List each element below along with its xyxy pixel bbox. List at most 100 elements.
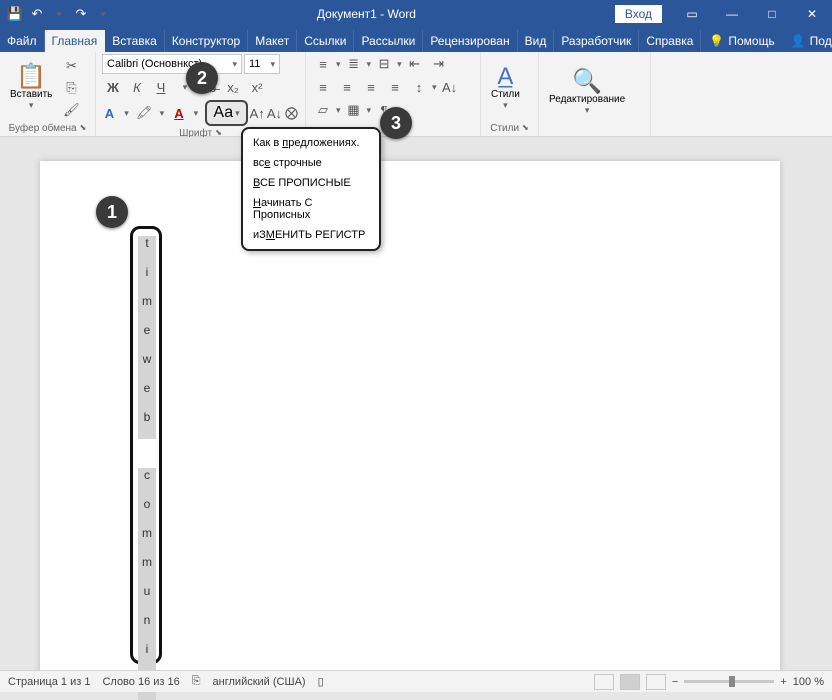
group-clipboard: 📋Вставить▾ ✂ ⎘ 🖌 Буфер обмена⬊: [0, 52, 96, 136]
text-effects-button[interactable]: A: [102, 103, 117, 123]
styles-label: Стили: [490, 123, 519, 134]
redo-icon[interactable]: ↷: [72, 5, 90, 23]
underline-button[interactable]: Ч: [150, 77, 172, 97]
borders-menu[interactable]: ▾: [367, 105, 372, 116]
view-read-button[interactable]: [594, 674, 614, 690]
tab-home[interactable]: Главная: [45, 30, 106, 52]
case-upper[interactable]: ВСЕ ПРОПИСНЫЕ: [243, 173, 379, 193]
text-effects-menu[interactable]: ▾: [119, 103, 134, 123]
change-case-menu: Как в предложениях. все строчные ВСЕ ПРО…: [241, 127, 381, 251]
format-painter-icon[interactable]: 🖌: [60, 100, 82, 120]
group-styles: A̲Стили▾ Стили⬊: [481, 52, 539, 136]
paste-button[interactable]: 📋Вставить▾: [6, 54, 56, 121]
selected-text-box: timewebcommunit: [130, 226, 162, 664]
align-right-button[interactable]: ≡: [360, 77, 382, 97]
change-case-button[interactable]: Аа▾: [205, 100, 247, 126]
share-button[interactable]: 👤Поделиться: [783, 30, 832, 52]
subscript-button[interactable]: x₂: [222, 77, 244, 97]
styles-button[interactable]: A̲Стили▾: [487, 54, 524, 121]
case-toggle[interactable]: иЗМЕНИТЬ РЕГИСТР: [243, 225, 379, 245]
align-left-button[interactable]: ≡: [312, 77, 334, 97]
shrink-font-button[interactable]: A↓: [267, 103, 282, 123]
bold-button[interactable]: Ж: [102, 77, 124, 97]
spellcheck-icon[interactable]: ⎘: [192, 675, 201, 688]
step-badge-3: 3: [380, 107, 412, 139]
bullets-menu[interactable]: ▾: [336, 59, 341, 70]
clipboard-launcher-icon[interactable]: ⬊: [80, 123, 87, 134]
align-center-button[interactable]: ≡: [336, 77, 358, 97]
step-badge-2: 2: [186, 62, 218, 94]
editing-button[interactable]: 🔍Редактирование▾: [545, 54, 629, 132]
cut-icon[interactable]: ✂: [60, 56, 82, 76]
find-icon: 🔍: [572, 70, 602, 94]
italic-button[interactable]: К: [126, 77, 148, 97]
indent-dec-button[interactable]: ⇤: [404, 54, 426, 74]
clipboard-label: Буфер обмена: [9, 123, 77, 134]
font-name-select[interactable]: Calibri (Основнкст)▾: [102, 54, 242, 74]
tab-developer[interactable]: Разработчик: [554, 30, 639, 52]
justify-button[interactable]: ≡: [384, 77, 406, 97]
case-lower[interactable]: все строчные: [243, 153, 379, 173]
highlight-button[interactable]: 🖍: [136, 103, 153, 123]
undo-menu-icon[interactable]: ▾: [50, 5, 68, 23]
font-color-menu[interactable]: ▾: [188, 103, 203, 123]
shading-menu[interactable]: ▾: [336, 105, 341, 116]
vertical-text[interactable]: timewebcommunit: [138, 236, 156, 700]
undo-icon[interactable]: ↶: [28, 5, 46, 23]
superscript-button[interactable]: x²: [246, 77, 268, 97]
save-icon[interactable]: 💾: [6, 5, 24, 23]
maximize-button[interactable]: □: [752, 0, 792, 28]
status-bar: Страница 1 из 1 Слово 16 из 16 ⎘ английс…: [0, 670, 832, 692]
tab-review[interactable]: Рецензирован: [423, 30, 517, 52]
bullets-button[interactable]: ≡: [312, 54, 334, 74]
borders-button[interactable]: ▦: [343, 100, 365, 120]
multilevel-button[interactable]: ⊟: [373, 54, 395, 74]
grow-font-button[interactable]: A↑: [250, 103, 265, 123]
copy-icon[interactable]: ⎘: [60, 78, 82, 98]
tab-file[interactable]: Файл: [0, 30, 45, 52]
status-language[interactable]: английский (США): [213, 676, 306, 688]
tab-view[interactable]: Вид: [518, 30, 555, 52]
zoom-thumb[interactable]: [729, 676, 735, 687]
line-spacing-menu[interactable]: ▾: [432, 82, 437, 93]
tab-help[interactable]: Справка: [639, 30, 701, 52]
tab-layout[interactable]: Макет: [248, 30, 297, 52]
status-page[interactable]: Страница 1 из 1: [8, 676, 90, 688]
case-capitalize[interactable]: Начинать С Прописных: [243, 193, 379, 225]
login-button[interactable]: Вход: [615, 5, 662, 23]
view-print-button[interactable]: [620, 674, 640, 690]
case-sentence[interactable]: Как в предложениях.: [243, 133, 379, 153]
tab-insert[interactable]: Вставка: [105, 30, 165, 52]
styles-icon: A̲: [497, 65, 513, 89]
tab-references[interactable]: Ссылки: [297, 30, 354, 52]
multilevel-menu[interactable]: ▾: [397, 59, 402, 70]
tab-design[interactable]: Конструктор: [165, 30, 248, 52]
indent-inc-button[interactable]: ⇥: [428, 54, 450, 74]
ribbon-options-icon[interactable]: ▭: [672, 0, 712, 28]
window-controls: ▭ — □ ✕: [672, 0, 832, 28]
font-size-select[interactable]: 11▾: [244, 54, 280, 74]
zoom-in-button[interactable]: +: [780, 676, 786, 688]
zoom-out-button[interactable]: −: [672, 676, 678, 688]
clear-format-button[interactable]: ⨂: [284, 103, 299, 123]
highlight-menu[interactable]: ▾: [154, 103, 169, 123]
share-icon: 👤: [791, 34, 806, 48]
zoom-slider[interactable]: [684, 680, 774, 683]
close-button[interactable]: ✕: [792, 0, 832, 28]
minimize-button[interactable]: —: [712, 0, 752, 28]
tell-me-button[interactable]: 💡Помощь: [701, 30, 782, 52]
ribbon-tabs: Файл Главная Вставка Конструктор Макет С…: [0, 28, 832, 52]
line-spacing-button[interactable]: ↕: [408, 77, 430, 97]
tab-mailings[interactable]: Рассылки: [354, 30, 423, 52]
sort-button[interactable]: A↓: [439, 77, 461, 97]
status-words[interactable]: Слово 16 из 16: [102, 676, 179, 688]
view-web-button[interactable]: [646, 674, 666, 690]
styles-launcher-icon[interactable]: ⬊: [522, 123, 529, 134]
qat-customize-icon[interactable]: ▾: [94, 5, 112, 23]
macro-icon[interactable]: ▯: [318, 675, 324, 688]
numbering-menu[interactable]: ▾: [367, 59, 372, 70]
numbering-button[interactable]: ≣: [343, 54, 365, 74]
shading-button[interactable]: ▱: [312, 100, 334, 120]
zoom-level[interactable]: 100 %: [793, 676, 824, 688]
font-color-button[interactable]: A: [171, 103, 186, 123]
